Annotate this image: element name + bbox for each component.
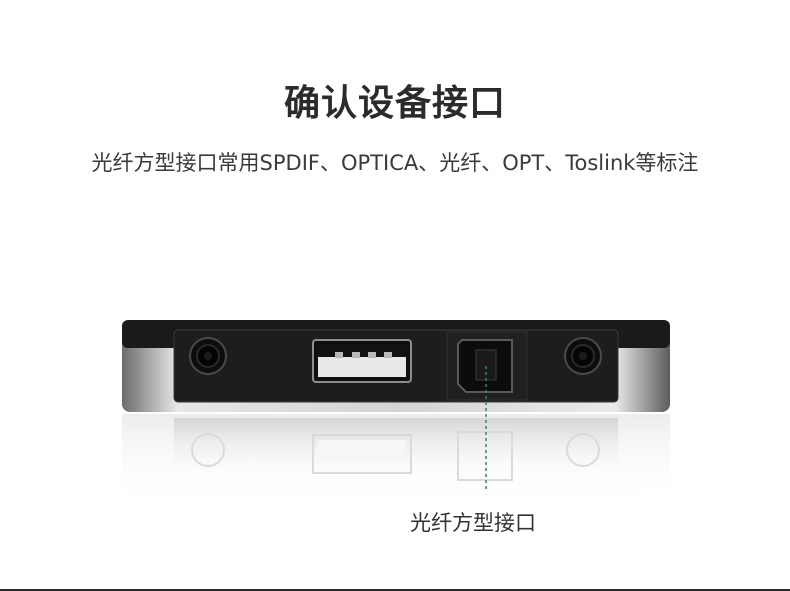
page-subtitle: 光纤方型接口常用SPDIF、OPTICA、光纤、OPT、Toslink等标注 (91, 151, 699, 175)
page-title: 确认设备接口 (283, 83, 506, 124)
optical-port-label: 光纤方型接口 (410, 511, 536, 535)
optical-port (457, 339, 513, 393)
usb-port (312, 339, 412, 383)
device-reflection (122, 414, 670, 506)
device-illustration (122, 320, 670, 506)
audio-jack-left (189, 337, 227, 375)
audio-jack-right (564, 337, 602, 375)
